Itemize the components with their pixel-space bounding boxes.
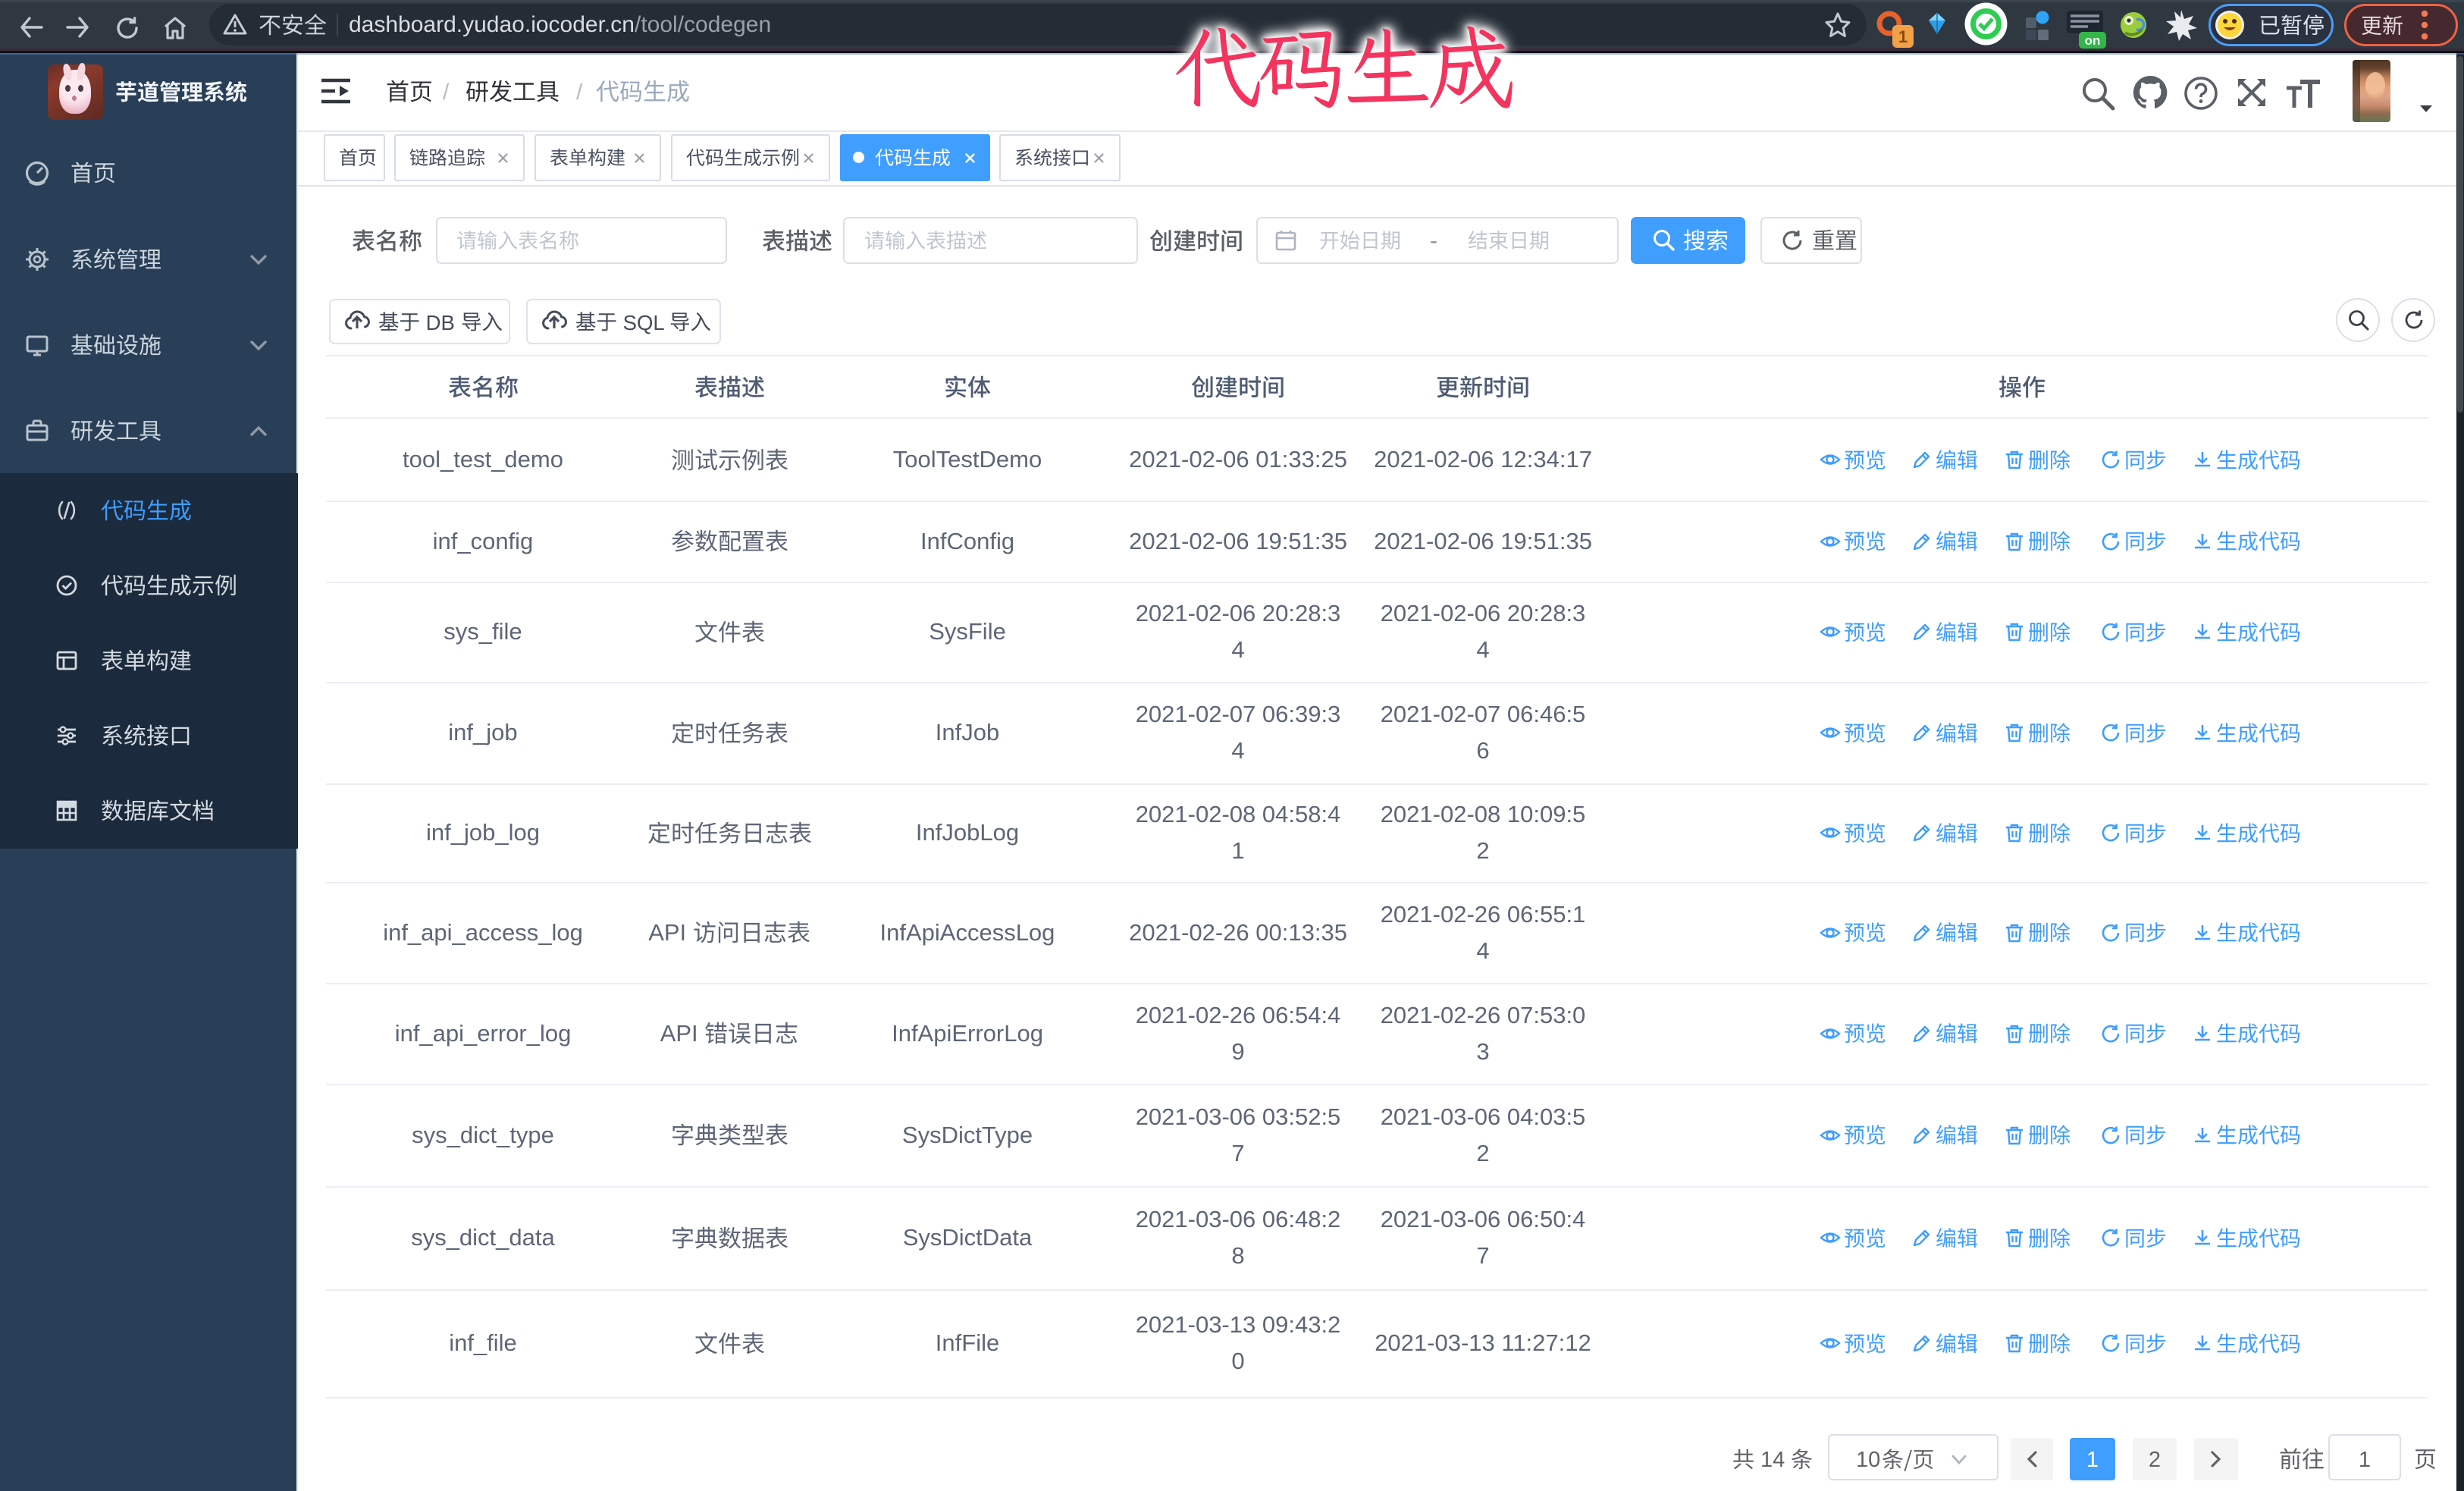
svg-text:on: on: [2085, 33, 2101, 48]
svg-text:1: 1: [1898, 27, 1908, 46]
